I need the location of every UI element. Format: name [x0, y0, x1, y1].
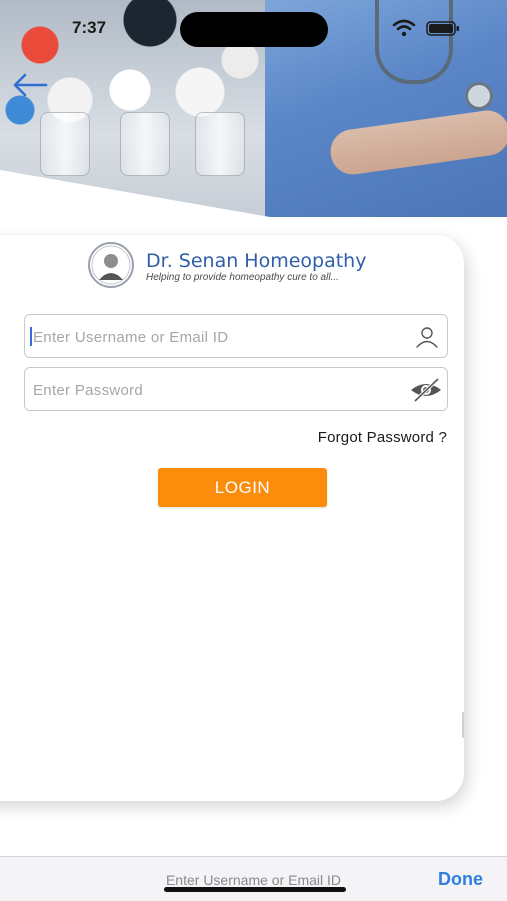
login-button[interactable]: LOGIN	[158, 468, 327, 507]
battery-icon	[426, 21, 459, 36]
doctor-logo	[88, 242, 134, 288]
home-indicator[interactable]	[164, 887, 346, 892]
username-field[interactable]	[24, 314, 448, 359]
forgot-password-link[interactable]: Forgot Password ?	[318, 429, 447, 446]
brand-header: Dr. Senan Homeopathy Helping to provide …	[88, 242, 388, 292]
status-time: 7:37	[72, 18, 107, 37]
username-input[interactable]	[31, 315, 405, 359]
dynamic-island	[180, 12, 328, 47]
password-field[interactable]	[24, 367, 448, 412]
back-arrow-icon[interactable]	[10, 70, 50, 100]
brand-tagline: Helping to provide homeopathy cure to al…	[146, 272, 339, 283]
brand-name: Dr. Senan Homeopathy	[146, 250, 367, 272]
vial-image	[195, 112, 245, 176]
doctor-portrait-icon	[91, 245, 131, 285]
accessory-field-label: Enter Username or Email ID	[165, 872, 342, 888]
vial-image	[40, 112, 90, 176]
stethoscope-image	[375, 0, 453, 84]
scroll-indicator	[462, 712, 464, 738]
text-caret	[30, 327, 32, 346]
user-icon	[416, 327, 438, 348]
wifi-icon	[392, 19, 416, 37]
vial-image	[120, 112, 170, 176]
done-button[interactable]: Done	[438, 869, 483, 890]
eye-slash-icon[interactable]	[409, 376, 443, 404]
password-input[interactable]	[31, 368, 405, 412]
keyboard-accessory-bar: Enter Username or Email ID Done	[0, 856, 507, 901]
stethoscope-head	[465, 82, 493, 110]
